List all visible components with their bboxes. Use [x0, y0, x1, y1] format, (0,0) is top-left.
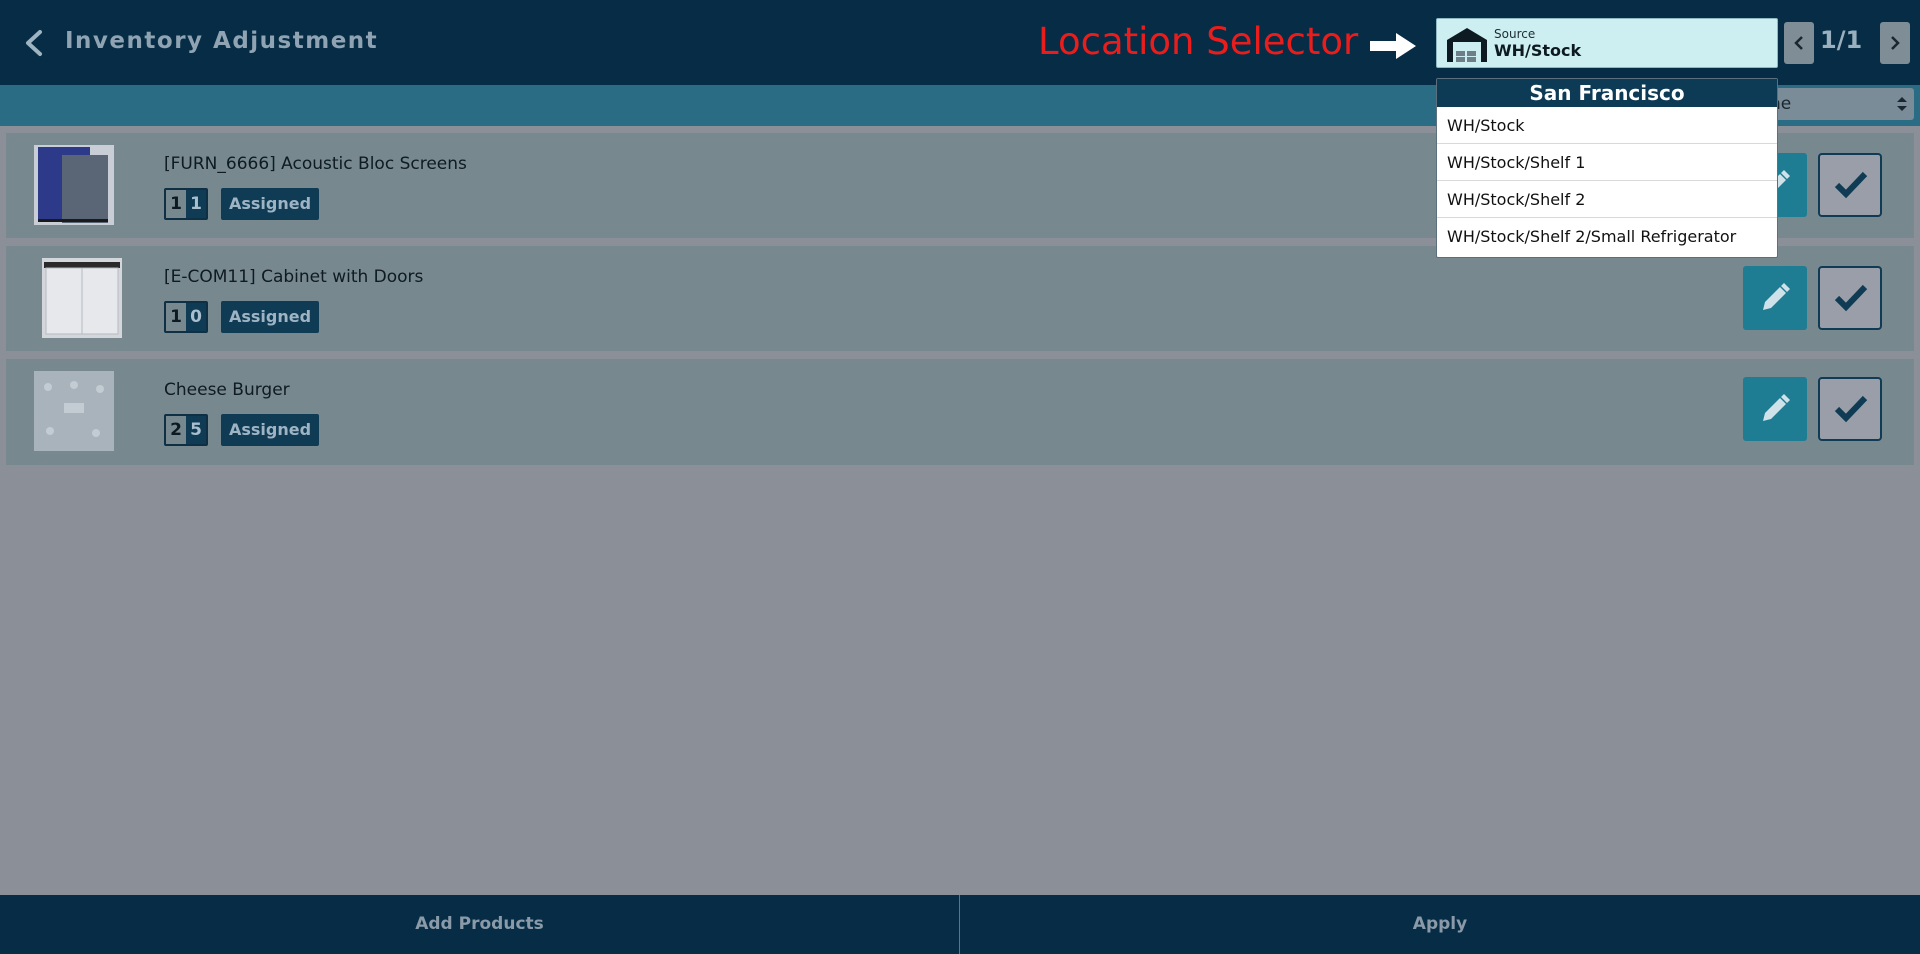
quantity-indicator: 1 0	[164, 301, 208, 333]
location-selector[interactable]: Source WH/Stock	[1436, 18, 1778, 68]
quantity-on-hand: 0	[186, 303, 206, 331]
location-option[interactable]: WH/Stock	[1437, 107, 1777, 144]
check-icon	[1834, 395, 1868, 423]
product-row[interactable]: [E-COM11] Cabinet with Doors 1 0 Assigne…	[6, 246, 1914, 351]
quantity-counted: 2	[166, 416, 186, 444]
previous-page-button[interactable]	[1784, 22, 1814, 64]
location-dropdown: San Francisco WH/Stock WH/Stock/Shelf 1 …	[1436, 78, 1778, 258]
app: Inventory Adjustment Location Selector S…	[0, 0, 1920, 954]
product-image	[42, 258, 122, 338]
product-row[interactable]: Cheese Burger 2 5 Assigned	[6, 359, 1914, 465]
back-button[interactable]	[18, 26, 52, 60]
product-image	[34, 371, 114, 451]
pencil-icon	[1763, 283, 1790, 310]
quantity-counted: 1	[166, 190, 186, 218]
dropdown-group-header: San Francisco	[1437, 79, 1777, 107]
source-value: WH/Stock	[1494, 41, 1582, 60]
location-option[interactable]: WH/Stock/Shelf 2	[1437, 181, 1777, 218]
quantity-on-hand: 5	[186, 416, 206, 444]
next-page-button[interactable]	[1880, 22, 1910, 64]
validate-button[interactable]	[1818, 153, 1882, 217]
quantity-indicator: 1 1	[164, 188, 208, 220]
source-caption: Source	[1494, 27, 1536, 41]
location-option[interactable]: WH/Stock/Shelf 1	[1437, 144, 1777, 181]
product-name: Cheese Burger	[164, 380, 290, 400]
sort-arrows-icon	[1897, 97, 1907, 111]
chevron-right-icon	[1891, 36, 1900, 50]
status-badge: Assigned	[221, 301, 320, 333]
arrow-right-icon	[1370, 33, 1416, 59]
page-title: Inventory Adjustment	[65, 28, 379, 54]
pencil-icon	[1763, 394, 1790, 421]
edit-button[interactable]	[1743, 377, 1807, 441]
warehouse-icon	[1447, 28, 1487, 62]
product-name: [E-COM11] Cabinet with Doors	[164, 267, 424, 287]
top-bar: Inventory Adjustment Location Selector S…	[0, 0, 1920, 85]
validate-button[interactable]	[1818, 266, 1882, 330]
edit-button[interactable]	[1743, 266, 1807, 330]
pager-label: 1/1	[1820, 26, 1863, 54]
status-badge: Assigned	[221, 188, 320, 220]
quantity-indicator: 2 5	[164, 414, 208, 446]
quantity-on-hand: 1	[186, 190, 206, 218]
product-image	[34, 145, 114, 225]
chevron-left-icon	[1794, 36, 1803, 50]
bottom-bar: Add Products Apply	[0, 895, 1920, 954]
validate-button[interactable]	[1818, 377, 1882, 441]
add-products-button[interactable]: Add Products	[0, 895, 959, 954]
check-icon	[1834, 284, 1868, 312]
quantity-counted: 1	[166, 303, 186, 331]
status-badge: Assigned	[221, 414, 320, 446]
location-option[interactable]: WH/Stock/Shelf 2/Small Refrigerator	[1437, 218, 1777, 255]
product-name: [FURN_6666] Acoustic Bloc Screens	[164, 154, 467, 174]
chevron-left-icon	[26, 30, 42, 56]
check-icon	[1834, 171, 1868, 199]
annotation-label: Location Selector	[1038, 20, 1359, 63]
apply-button[interactable]: Apply	[960, 895, 1920, 954]
